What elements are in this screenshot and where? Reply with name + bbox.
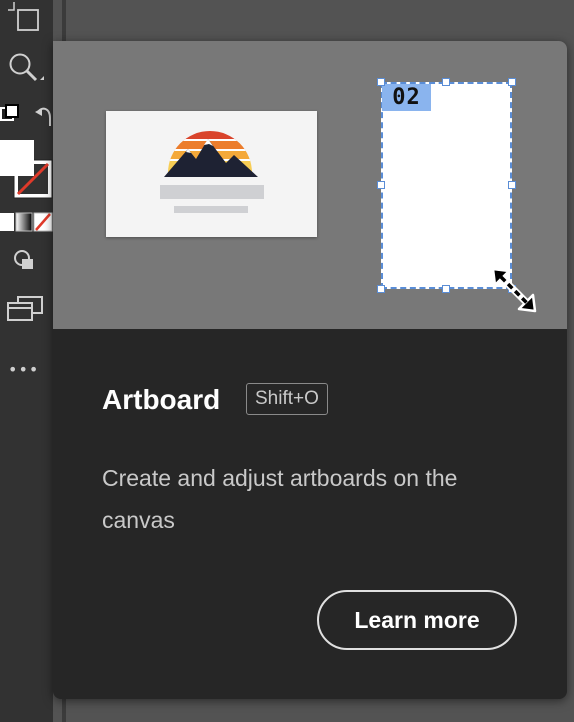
tool-tooltip-card: 02 Artboard Shift+O Create and adjust ar… — [53, 41, 567, 699]
learn-more-button[interactable]: Learn more — [317, 590, 517, 650]
tooltip-title: Artboard — [102, 384, 221, 415]
resize-cursor-icon — [491, 267, 537, 313]
selection-handle — [377, 285, 385, 293]
artboard-preview-2 — [381, 82, 512, 289]
logo-subtitle-bar — [174, 206, 248, 213]
selection-handle — [508, 181, 516, 189]
selection-handle — [442, 78, 450, 86]
default-fill-stroke-icon[interactable] — [0, 104, 20, 126]
swap-fill-stroke-icon[interactable] — [34, 104, 54, 128]
artboard-tool-icon[interactable] — [4, 0, 40, 34]
tooltip-description: Create and adjust artboards on the canva… — [102, 465, 458, 533]
mountain-logo-icon — [160, 131, 264, 199]
zoom-tool-icon[interactable] — [6, 50, 46, 86]
screen-mode-icon[interactable] — [6, 296, 44, 322]
fill-stroke-icon[interactable] — [0, 138, 54, 200]
selection-handle — [377, 181, 385, 189]
tooltip-preview: 02 — [53, 41, 567, 329]
artboard-number-label: 02 — [382, 84, 431, 111]
selection-handle — [442, 285, 450, 293]
artboard-preview-1 — [106, 111, 317, 237]
draw-mode-icon[interactable] — [12, 248, 38, 272]
selection-handle — [377, 78, 385, 86]
color-mode-icon[interactable] — [0, 212, 54, 232]
tools-panel: ••• — [0, 0, 53, 722]
shortcut-badge: Shift+O — [246, 383, 328, 415]
selection-handle — [508, 78, 516, 86]
more-tools-icon[interactable]: ••• — [8, 360, 39, 379]
